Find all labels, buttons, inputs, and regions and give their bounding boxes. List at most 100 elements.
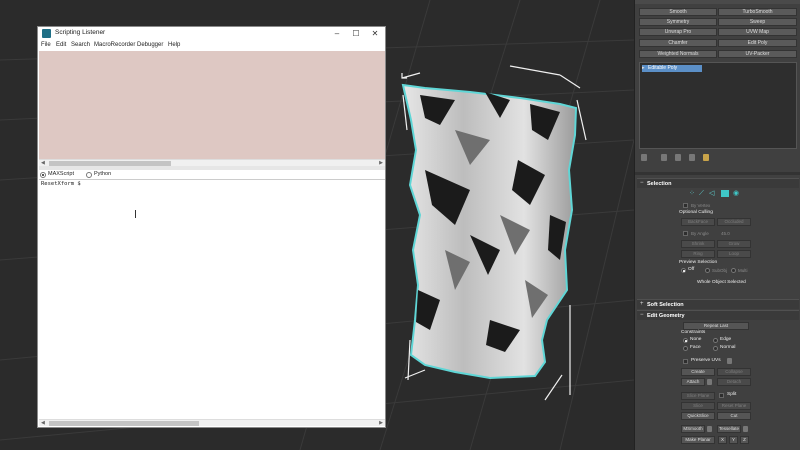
modifier-stack[interactable]: ▸ Editable Poly — [639, 62, 797, 149]
selection-status: Whole Object Selected — [697, 280, 746, 285]
edit-poly-button[interactable]: Edit Poly — [718, 39, 797, 47]
detach-button[interactable]: Detach — [717, 378, 751, 386]
constraint-face-radio[interactable] — [683, 346, 688, 351]
preview-multi-radio[interactable] — [731, 268, 736, 273]
python-radio[interactable] — [86, 172, 92, 178]
stack-item-editable-poly[interactable]: ▸ Editable Poly — [642, 65, 702, 72]
listener-output-pane[interactable]: ResetXform $ — [39, 180, 385, 420]
attach-button[interactable]: Attach — [681, 378, 705, 386]
chamfer-button[interactable]: Chamfer — [639, 39, 717, 47]
planar-y-button[interactable]: Y — [729, 436, 738, 444]
attach-list-icon[interactable] — [707, 379, 712, 385]
weighted-normals-button[interactable]: Weighted Normals — [639, 50, 717, 58]
loop-button[interactable]: Loop — [717, 250, 751, 258]
constraint-edge-radio[interactable] — [713, 338, 718, 343]
planar-z-button[interactable]: Z — [740, 436, 749, 444]
msmooth-button[interactable]: MSmooth — [681, 425, 705, 433]
quickslice-button[interactable]: QuickSlice — [681, 412, 715, 420]
planar-x-button[interactable]: X — [718, 436, 727, 444]
smooth-button[interactable]: Smooth — [639, 8, 717, 16]
menu-file[interactable]: File — [41, 42, 51, 48]
uv-packer-button[interactable]: UV-Packer — [718, 50, 797, 58]
uvw-map-button[interactable]: UVW Map — [718, 28, 797, 36]
text-cursor-icon — [135, 210, 137, 218]
selection-title: Selection — [647, 180, 672, 187]
scripting-listener-window[interactable]: Scripting Listener – ☐ ✕ File Edit Searc… — [37, 26, 386, 428]
settings-icon[interactable] — [727, 358, 732, 364]
menu-macrorecorder[interactable]: MacroRecorder — [94, 42, 135, 48]
macro-pane-scrollbar[interactable]: ◀ ▶ — [39, 159, 385, 166]
collapse-icon: − — [640, 180, 644, 186]
tessellate-button[interactable]: Tessellate — [717, 425, 741, 433]
ring-button[interactable]: Ring — [681, 250, 715, 258]
shrink-button[interactable]: Shrink — [681, 240, 715, 248]
border-icon[interactable]: ◁ — [709, 190, 717, 197]
create-button[interactable]: Create — [681, 368, 715, 376]
unwrap-pro-button[interactable]: Unwrap Pro — [639, 28, 717, 36]
python-label: Python — [94, 171, 112, 177]
make-planar-button[interactable]: Make Planar — [681, 436, 715, 444]
expand-icon: + — [640, 301, 644, 307]
language-bar: MAXScript Python — [39, 170, 385, 180]
output-line: ResetXform $ — [41, 181, 81, 187]
show-end-result-icon[interactable] — [661, 154, 667, 161]
listener-titlebar[interactable]: Scripting Listener – ☐ ✕ — [38, 27, 385, 41]
edge-icon[interactable]: ⟋ — [699, 190, 707, 197]
pin-stack-icon[interactable] — [641, 154, 647, 161]
constraints-label: Constraints — [681, 330, 706, 335]
soft-selection-rollout-header[interactable]: + Soft Selection — [637, 299, 799, 309]
msmooth-settings-icon[interactable] — [707, 426, 712, 432]
slice-button[interactable]: Slice — [681, 402, 715, 410]
maxscript-radio[interactable] — [40, 172, 46, 178]
repeat-last-button[interactable]: Repeat Last — [683, 322, 749, 330]
selection-rollout-header[interactable]: − Selection — [637, 178, 799, 188]
constraint-none-radio[interactable] — [683, 338, 688, 343]
cut-button[interactable]: Cut — [717, 412, 751, 420]
expand-arrow-icon[interactable]: ▸ — [642, 65, 645, 72]
angle-value[interactable]: 45.0 — [721, 231, 730, 236]
window-title: Scripting Listener — [55, 29, 106, 36]
by-vertex-label: By Vertex — [691, 203, 711, 208]
close-button[interactable]: ✕ — [368, 28, 382, 39]
scroll-left-icon[interactable]: ◀ — [41, 420, 45, 427]
element-icon[interactable]: ◉ — [733, 190, 741, 197]
tessellate-settings-icon[interactable] — [743, 426, 748, 432]
by-angle-checkbox[interactable] — [683, 231, 688, 236]
menu-edit[interactable]: Edit — [56, 42, 66, 48]
split-checkbox[interactable] — [719, 393, 724, 398]
symmetry-button[interactable]: Symmetry — [639, 18, 717, 26]
remove-modifier-icon[interactable] — [689, 154, 695, 161]
preserve-uvs-checkbox[interactable] — [683, 359, 688, 364]
output-pane-scrollbar[interactable]: ◀ ▶ — [39, 419, 385, 426]
stack-item-label: Editable Poly — [648, 65, 678, 71]
polygon-icon[interactable] — [721, 190, 729, 197]
collapse-button[interactable]: Collapse — [717, 368, 751, 376]
preview-selection-label: Preview Selection — [679, 260, 718, 265]
configure-sets-icon[interactable] — [703, 154, 709, 161]
minimize-button[interactable]: – — [330, 28, 344, 39]
menu-help[interactable]: Help — [168, 42, 180, 48]
menu-search[interactable]: Search — [71, 42, 90, 48]
preview-subobj-radio[interactable] — [705, 268, 710, 273]
turbosmooth-button[interactable]: TurboSmooth — [718, 8, 797, 16]
occluded-button[interactable]: Occluded — [717, 218, 751, 226]
constraint-normal-label: Normal — [720, 345, 736, 350]
edit-geometry-rollout-header[interactable]: − Edit Geometry — [637, 310, 799, 320]
scroll-right-icon[interactable]: ▶ — [379, 420, 383, 427]
constraint-normal-radio[interactable] — [713, 346, 718, 351]
preview-off-radio[interactable] — [681, 268, 686, 273]
make-unique-icon[interactable] — [675, 154, 681, 161]
vertex-icon[interactable]: ⁘ — [689, 190, 697, 197]
backface-button[interactable]: BackFace — [681, 218, 715, 226]
panel-divider — [635, 172, 800, 175]
menu-debugger[interactable]: Debugger — [137, 42, 163, 48]
scrollbar-thumb[interactable] — [49, 421, 199, 426]
grow-button[interactable]: Grow — [717, 240, 751, 248]
sweep-button[interactable]: Sweep — [718, 18, 797, 26]
maximize-button[interactable]: ☐ — [349, 28, 363, 39]
edit-geometry-title: Edit Geometry — [647, 312, 685, 319]
slice-plane-button[interactable]: Slice Plane — [681, 392, 715, 400]
reset-plane-button[interactable]: Reset Plane — [717, 402, 751, 410]
macro-recorder-pane[interactable] — [39, 51, 385, 159]
by-vertex-checkbox[interactable] — [683, 203, 688, 208]
